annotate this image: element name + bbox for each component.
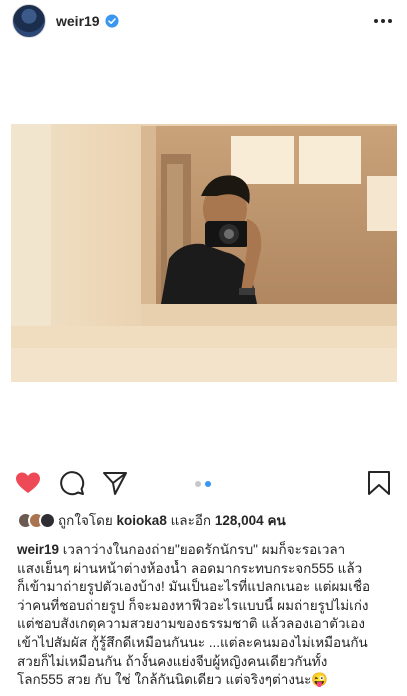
action-bar [0, 464, 407, 502]
carousel-dot [205, 481, 211, 487]
send-icon [103, 472, 127, 495]
save-button[interactable] [364, 468, 394, 498]
liker-username[interactable]: koioka8 [117, 513, 167, 528]
caption-line: สวยก็ไม่เหมือนกัน ถ้างั้นคงแย่งจีบผู้หญิ… [17, 653, 328, 669]
caption-username[interactable]: weir19 [17, 542, 59, 557]
post-photo[interactable] [11, 124, 397, 382]
comment-icon [60, 471, 85, 496]
comment-button[interactable] [57, 468, 87, 498]
heart-filled-icon [16, 472, 40, 493]
caption-text: เวลาว่างในกองถ่าย"ยอดรักนักรบ" ผมก็จะรอเ… [59, 542, 346, 557]
caption-line: ว่าคนที่ชอบถ่ายรูป ก็จะมองหาฟีวอะไรแบบนี… [17, 597, 369, 613]
verified-badge-icon [105, 14, 119, 28]
caption-line: ก็เข้ามาถ่ายรูปตัวเองบ้าง! มันเป็นอะไรที… [17, 579, 371, 595]
caption-line: โลก555 สวย กับ ใช่ ใกล้กันนิดเดียว แต่จร… [17, 672, 329, 688]
caption-line: เข้าไปสัมผัส กู้รู้สึกดีเหมือนกันนะ ...แ… [17, 634, 368, 650]
like-button[interactable] [13, 468, 43, 498]
share-button[interactable] [100, 468, 130, 498]
username[interactable]: weir19 [56, 13, 100, 29]
avatar[interactable] [12, 4, 46, 38]
caption: weir19 เวลาว่างในกองถ่าย"ยอดรักนักรบ" ผม… [17, 541, 399, 690]
more-dots-icon [374, 19, 392, 23]
caption-line: แสงเย็นๆ ผ่านหน้าต่างห้องน้ำ ลอดมากระทบก… [17, 560, 363, 576]
caption-line: แต่ชอบสังเกตุความสวยงามของธรรมชาติ แล้วล… [17, 616, 365, 632]
post-header: weir19 [0, 0, 407, 42]
caption-first-line: weir19 เวลาว่างในกองถ่าย"ยอดรักนักรบ" ผม… [17, 541, 399, 560]
liker-avatar [39, 511, 56, 529]
mirror-selfie-photo [11, 124, 397, 382]
likes-prefix: ถูกใจโดย [58, 513, 113, 528]
more-options-button[interactable] [371, 9, 395, 33]
carousel-dot [195, 481, 201, 487]
likes-count[interactable]: 128,004 [215, 513, 264, 528]
liker-avatars[interactable] [17, 511, 56, 529]
likes-row: ถูกใจโดย koioka8 และอีก 128,004 คน [17, 510, 286, 530]
carousel-indicator [195, 481, 211, 487]
likes-middle: และอีก [170, 513, 212, 528]
likes-suffix: คน [267, 513, 286, 528]
bookmark-icon [368, 471, 390, 495]
